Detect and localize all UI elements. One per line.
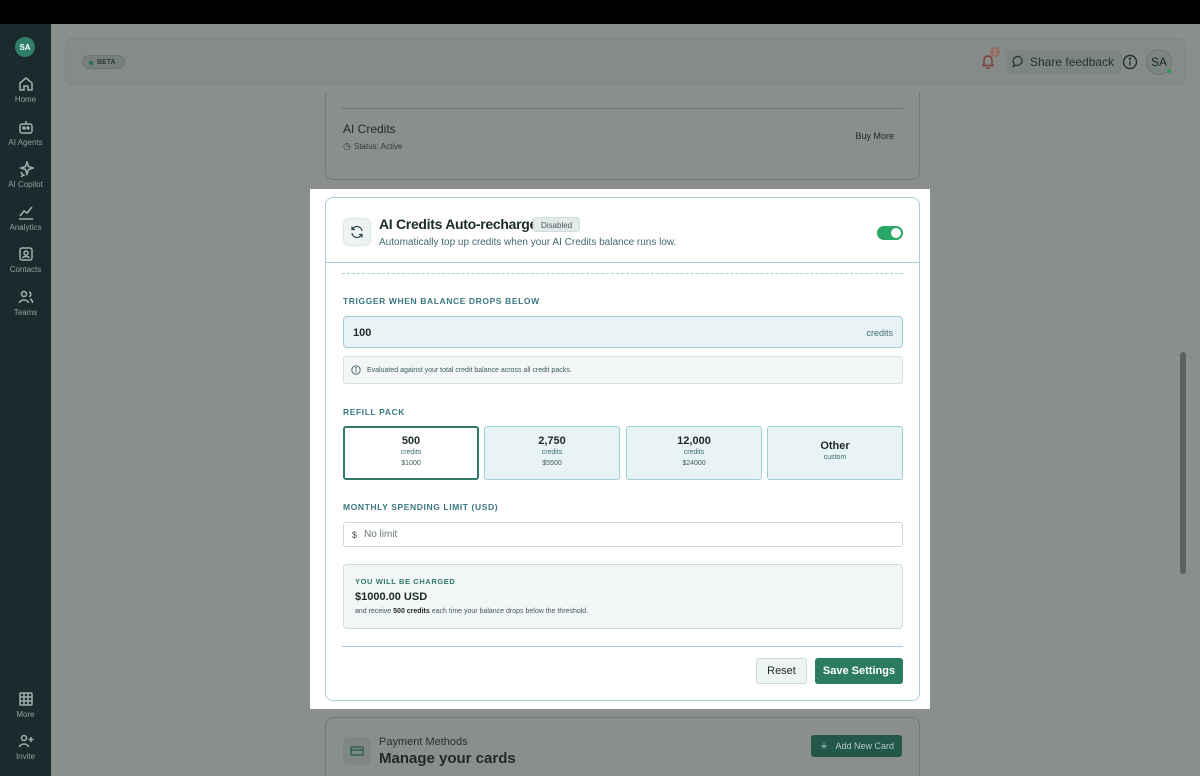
grid-icon (18, 692, 33, 706)
auto-recharge-modal: AI Credits Auto-recharge Disabled Automa… (325, 197, 920, 701)
sidebar-item-analytics[interactable]: Analytics (0, 204, 51, 232)
sidebar-item-invite[interactable]: Invite (0, 733, 51, 761)
sidebar-item-label: Invite (15, 752, 36, 761)
robot-icon (18, 121, 33, 134)
workspace-avatar[interactable]: SA (15, 37, 35, 57)
pack-unit: credits (541, 449, 563, 456)
modal-overlay-frame: AI Credits Auto-recharge Disabled Automa… (310, 189, 930, 709)
ai-credits-status: Status: Active (343, 141, 402, 152)
payment-methods-label: Payment Methods (379, 736, 468, 748)
trigger-note-text: Evaluated against your total credit bala… (367, 367, 572, 374)
currency-symbol: $ (352, 530, 358, 540)
user-avatar[interactable]: SA (1146, 49, 1172, 75)
pack-unit: credits (400, 449, 422, 456)
sidebar-item-label: AI Agents (8, 138, 43, 147)
charge-heading: YOU WILL BE CHARGED (355, 577, 456, 586)
pack-amount: 12,000 (677, 435, 711, 447)
charge-amount: $1000.00 USD (355, 591, 428, 603)
refresh-icon-box (343, 218, 371, 246)
trigger-note: Evaluated against your total credit bala… (343, 356, 903, 384)
charge-desc-pre: and receive (355, 608, 392, 615)
sidebar-item-label: Home (14, 95, 37, 104)
refill-label: REFILL PACK (343, 407, 406, 417)
pack-price: $24000 (682, 460, 706, 467)
share-feedback-button[interactable]: Share feedback (1006, 50, 1123, 74)
users-icon (18, 290, 33, 304)
charge-summary: YOU WILL BE CHARGED $1000.00 USD and rec… (343, 564, 903, 629)
online-status-dot (1166, 68, 1172, 74)
auto-recharge-toggle[interactable] (877, 226, 903, 240)
footer-divider (342, 646, 903, 647)
info-icon[interactable] (1122, 54, 1138, 70)
payment-methods-card: Payment Methods Manage your cards Add Ne… (325, 717, 920, 776)
divider (342, 108, 903, 109)
refill-pack-500[interactable]: 500 credits $1000 (343, 426, 479, 480)
notification-badge: 1 (990, 47, 1000, 57)
dashed-divider (342, 273, 903, 274)
ai-credits-card: AI Credits Status: Active Buy More (325, 92, 920, 180)
user-avatar-initials: SA (1150, 55, 1167, 69)
window-top-bar (0, 0, 1200, 24)
pack-unit: custom (823, 454, 847, 461)
trigger-unit: credits (866, 328, 893, 338)
chart-icon (18, 206, 33, 220)
charge-desc-post: each time your balance drops below the t… (431, 608, 589, 615)
user-plus-icon (18, 734, 33, 748)
contact-icon (18, 247, 33, 261)
pack-unit: credits (683, 449, 705, 456)
sidebar-item-label: Teams (13, 308, 38, 317)
scrollbar-thumb[interactable] (1180, 352, 1186, 574)
top-header: BETA 1 Share feedback SA (65, 38, 1186, 85)
info-icon (351, 365, 361, 375)
sidebar-item-label: More (16, 710, 35, 719)
modal-header: AI Credits Auto-recharge Disabled Automa… (326, 198, 919, 263)
toggle-knob (891, 228, 901, 238)
charge-description: and receive 500 credits each time your b… (355, 608, 588, 615)
payment-methods-title: Manage your cards (379, 750, 516, 767)
trigger-threshold-input[interactable]: 100 credits (343, 316, 903, 348)
credit-card-icon (350, 746, 364, 756)
pack-amount: Other (820, 440, 850, 452)
reset-button[interactable]: Reset (756, 658, 807, 684)
refill-pack-2750[interactable]: 2,750 credits $5500 (484, 426, 620, 480)
refill-pack-12000[interactable]: 12,000 credits $24000 (626, 426, 762, 480)
sidebar-item-ai-agents[interactable]: AI Agents (0, 119, 51, 147)
sidebar-item-teams[interactable]: Teams (0, 289, 51, 317)
sidebar-item-contacts[interactable]: Contacts (0, 246, 51, 274)
add-new-card-button[interactable]: Add New Card (811, 735, 902, 757)
spending-limit-placeholder: No limit (364, 529, 398, 540)
buy-more-button[interactable]: Buy More (855, 131, 894, 141)
spending-limit-input[interactable]: $ No limit (343, 522, 903, 547)
status-badge: Disabled (533, 217, 581, 232)
sidebar-item-ai-copilot[interactable]: AI Copilot (0, 161, 51, 189)
sidebar: SA Home AI Agents AI Copilot Analytics C… (0, 24, 51, 776)
pack-amount: 2,750 (538, 435, 566, 447)
charge-desc-credits: 500 credits (393, 608, 430, 615)
ai-credits-title: AI Credits (343, 122, 396, 136)
trigger-value: 100 (353, 327, 372, 339)
beta-badge: BETA (82, 55, 125, 69)
pack-price: $1000 (401, 460, 421, 467)
save-settings-button[interactable]: Save Settings (815, 658, 903, 684)
trigger-label: TRIGGER WHEN BALANCE DROPS BELOW (343, 296, 540, 306)
modal-subtitle: Automatically top up credits when your A… (379, 237, 677, 248)
sidebar-item-label: Contacts (9, 265, 42, 274)
refill-pack-other[interactable]: Other custom (767, 426, 903, 480)
pack-amount: 500 (401, 435, 421, 447)
sidebar-item-label: AI Copilot (8, 180, 43, 189)
sparkle-icon (18, 161, 34, 177)
sidebar-item-more[interactable]: More (0, 691, 51, 719)
card-icon-box (343, 737, 371, 765)
refill-pack-options: 500 credits $1000 2,750 credits $5500 12… (343, 426, 903, 480)
spending-limit-label: MONTHLY SPENDING LIMIT (USD) (343, 502, 499, 512)
modal-title: AI Credits Auto-recharge (379, 216, 537, 232)
share-feedback-label: Share feedback (1030, 55, 1115, 69)
sidebar-item-label: Analytics (9, 223, 42, 232)
home-icon (18, 77, 33, 91)
pack-price: $5500 (542, 460, 562, 467)
refresh-icon (351, 225, 363, 239)
chat-bubble-icon (1012, 55, 1023, 68)
sidebar-item-home[interactable]: Home (0, 76, 51, 104)
